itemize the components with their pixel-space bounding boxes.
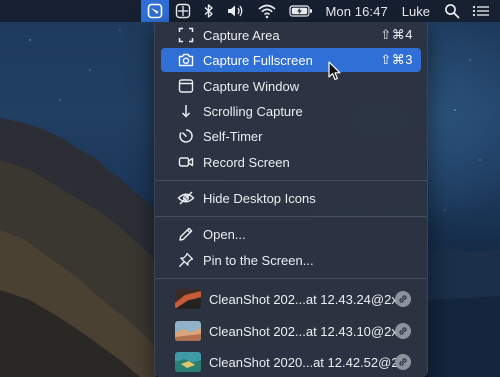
capture-area-icon: [175, 23, 197, 47]
control-list-button[interactable]: [466, 0, 500, 22]
cleanshot-icon: [148, 3, 163, 19]
menu-item-label: Hide Desktop Icons: [203, 190, 316, 206]
video-camera-icon: [175, 150, 197, 174]
capture-thumbnail: [175, 321, 201, 341]
menu-separator: [155, 278, 427, 279]
menu-item-label: Scrolling Capture: [203, 103, 303, 119]
eye-slash-icon: [175, 186, 197, 210]
window-icon: [175, 74, 197, 98]
recent-capture-item[interactable]: CleanShot 202...at 12.43.10@2x: [161, 319, 421, 343]
recent-capture-label: CleanShot 2020...at 12.42.52@2x: [209, 354, 406, 370]
shortcut-label: ⇧⌘3: [380, 52, 413, 67]
bluetooth-icon: [204, 4, 214, 18]
volume-icon: [228, 5, 243, 17]
link-icon[interactable]: [395, 291, 411, 307]
menu-item-label: Self-Timer: [203, 128, 263, 144]
menu-item-scrolling-capture[interactable]: Scrolling Capture: [161, 99, 421, 123]
menu-separator: [155, 180, 427, 181]
menu-bar: Mon 16:47 Luke: [0, 0, 500, 22]
menu-separator: [155, 216, 427, 217]
menu-item-label: Capture Window: [203, 78, 300, 94]
menu-item-self-timer[interactable]: Self-Timer: [161, 124, 421, 148]
menu-item-label: Pin to the Screen...: [203, 252, 314, 268]
bluetooth-menu-button[interactable]: [197, 0, 221, 22]
recent-capture-item[interactable]: CleanShot 202...at 12.43.24@2x: [161, 287, 421, 311]
recent-capture-item[interactable]: CleanShot 2020...at 12.42.52@2x: [161, 350, 421, 374]
recent-capture-label: CleanShot 202...at 12.43.10@2x: [209, 323, 398, 339]
menubar-clock[interactable]: Mon 16:47: [319, 0, 393, 22]
link-icon[interactable]: [395, 354, 411, 370]
cleanshot-menu-button[interactable]: [141, 0, 170, 22]
shortcut-label: ⇧⌘4: [380, 27, 413, 42]
search-icon: [445, 4, 460, 19]
grid-icon: [176, 3, 191, 19]
battery-menu-button[interactable]: [283, 0, 319, 22]
timer-icon: [175, 124, 197, 148]
mouse-cursor-icon: [328, 61, 342, 86]
menu-item-label: Record Screen: [203, 154, 290, 170]
pencil-icon: [175, 222, 197, 246]
menu-item-record-screen[interactable]: Record Screen: [161, 150, 421, 174]
spotlight-button[interactable]: [438, 0, 466, 22]
volume-menu-button[interactable]: [221, 0, 251, 22]
menu-item-label: Capture Fullscreen: [203, 52, 313, 68]
menu-item-label: Capture Area: [203, 27, 280, 43]
battery-icon: [289, 5, 313, 17]
menu-item-open[interactable]: Open...: [161, 222, 421, 246]
menu-item-pin-to-screen[interactable]: Pin to the Screen...: [161, 248, 421, 272]
control-list-icon: [472, 5, 489, 17]
camera-icon: [175, 48, 197, 72]
link-icon[interactable]: [395, 323, 411, 339]
recent-capture-label: CleanShot 202...at 12.43.24@2x: [209, 291, 398, 307]
cleanshot-dropdown-menu: Capture Area ⇧⌘4 Capture Fullscreen ⇧⌘3 …: [154, 22, 428, 377]
capture-thumbnail: [175, 352, 201, 372]
grid-menu-button[interactable]: [169, 0, 197, 22]
capture-thumbnail: [175, 289, 201, 309]
arrow-down-icon: [175, 99, 197, 123]
menu-item-label: Open...: [203, 226, 246, 242]
wifi-icon: [258, 4, 276, 19]
wifi-menu-button[interactable]: [251, 0, 283, 22]
pin-icon: [175, 248, 197, 272]
menu-item-capture-area[interactable]: Capture Area ⇧⌘4: [161, 23, 421, 47]
menubar-user[interactable]: Luke: [394, 0, 438, 22]
menu-item-capture-window[interactable]: Capture Window: [161, 74, 421, 98]
menu-item-capture-fullscreen[interactable]: Capture Fullscreen ⇧⌘3: [161, 48, 421, 72]
menu-item-hide-desktop-icons[interactable]: Hide Desktop Icons: [161, 186, 421, 210]
